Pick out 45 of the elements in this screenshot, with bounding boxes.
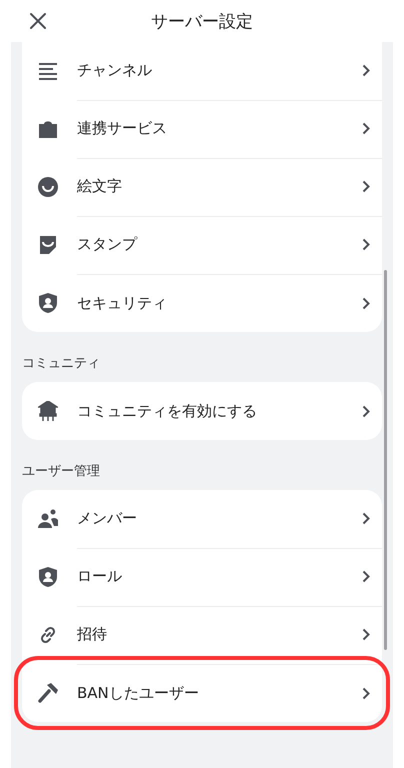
- chevron-icon: [362, 512, 370, 525]
- people-icon: [38, 509, 58, 529]
- scrollbar[interactable]: [384, 270, 387, 650]
- row-label: スタンプ: [77, 235, 138, 254]
- close-button[interactable]: [28, 11, 48, 31]
- section-heading: コミュニティ: [22, 356, 101, 372]
- settings-row[interactable]: メンバー: [22, 490, 382, 548]
- sticker-icon: [38, 235, 58, 255]
- row-label: 招待: [77, 625, 108, 644]
- chevron-icon: [362, 238, 370, 251]
- settings-row[interactable]: ロール: [22, 548, 382, 606]
- row-label: コミュニティを有効にする: [77, 402, 258, 420]
- chevron-icon: [362, 64, 370, 77]
- row-label: チャンネル: [77, 61, 153, 80]
- settings-row[interactable]: 招待: [22, 606, 382, 664]
- section-heading: ユーザー管理: [22, 464, 101, 480]
- settings-row[interactable]: 絵文字: [22, 158, 382, 216]
- community-icon: [38, 401, 58, 421]
- settings-row[interactable]: 連携サービス: [22, 100, 382, 158]
- settings-row[interactable]: チャンネル: [22, 42, 382, 100]
- settings-row[interactable]: セキュリティ: [22, 274, 382, 332]
- row-label: 連携サービス: [77, 119, 168, 138]
- puzzle-icon: [38, 119, 58, 139]
- link-icon: [38, 625, 58, 645]
- row-label: 絵文字: [77, 177, 123, 196]
- shield-icon: [38, 567, 58, 587]
- chevron-icon: [362, 570, 370, 583]
- screen-title: サーバー設定: [151, 10, 253, 32]
- chevron-icon: [362, 628, 370, 641]
- row-label: BANしたユーザー: [77, 684, 200, 702]
- chevron-icon: [362, 296, 370, 310]
- settings-row[interactable]: コミュニティを有効にする: [22, 382, 382, 440]
- shield-icon: [38, 293, 58, 313]
- settings-row[interactable]: スタンプ: [22, 216, 382, 274]
- chevron-icon: [362, 404, 370, 418]
- row-label: メンバー: [77, 509, 138, 528]
- chevron-icon: [362, 122, 370, 135]
- smiley-icon: [38, 177, 58, 197]
- row-label: ロール: [77, 567, 123, 586]
- row-label: セキュリティ: [77, 294, 168, 312]
- chevron-icon: [362, 686, 370, 700]
- list-icon: [38, 61, 58, 81]
- chevron-icon: [362, 180, 370, 193]
- settings-row[interactable]: BANしたユーザー: [22, 664, 382, 722]
- hammer-icon: [38, 683, 58, 703]
